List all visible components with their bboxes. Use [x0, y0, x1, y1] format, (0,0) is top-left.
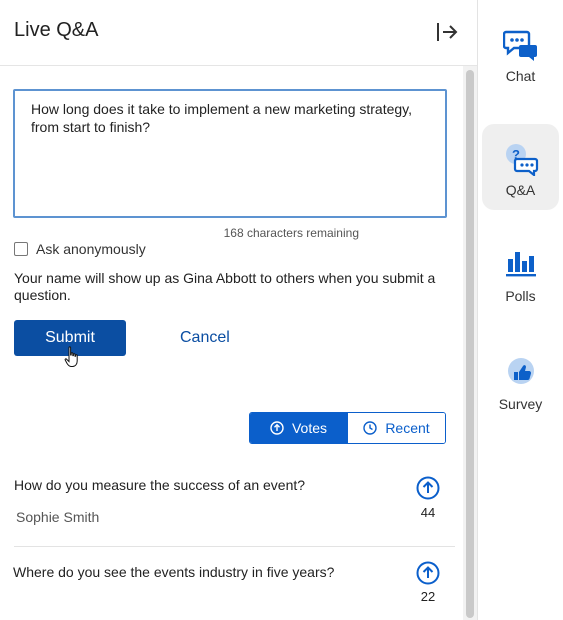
rail-label-chat: Chat	[505, 68, 536, 84]
qa-panel: Live Q&A How long does it take to implem…	[0, 0, 478, 620]
arrow-up-circle-icon	[416, 476, 440, 500]
anonymous-option[interactable]: Ask anonymously	[14, 241, 146, 257]
rail-item-qa[interactable]: ? Q&A	[482, 124, 559, 210]
vote-count: 44	[420, 505, 436, 520]
question-author: Sophie Smith	[16, 509, 100, 525]
clock-icon	[363, 421, 378, 435]
arrow-up-circle-icon	[416, 561, 440, 585]
sort-votes-button[interactable]: Votes	[250, 413, 347, 443]
sort-recent-button[interactable]: Recent	[347, 413, 445, 443]
upvote-button[interactable]	[416, 561, 440, 585]
sort-recent-label: Recent	[385, 420, 430, 436]
panel-header: Live Q&A	[0, 0, 477, 66]
vote-count: 22	[420, 589, 436, 604]
question-input[interactable]: How long does it take to implement a new…	[13, 89, 447, 218]
question-item: How do you measure the success of an eve…	[0, 470, 462, 540]
question-text: How do you measure the success of an eve…	[14, 477, 306, 493]
anonymous-label: Ask anonymously	[36, 241, 146, 257]
panel-title: Live Q&A	[14, 19, 99, 41]
rail-item-polls[interactable]: Polls	[482, 248, 559, 334]
rail-label-survey: Survey	[498, 396, 543, 412]
side-rail: Chat ? Q&A Polls Survey	[479, 0, 563, 620]
arrow-up-circle-icon	[270, 421, 284, 435]
name-visibility-note: Your name will show up as Gina Abbott to…	[14, 270, 436, 303]
anonymous-checkbox[interactable]	[14, 242, 28, 256]
qa-icon: ?	[505, 144, 538, 176]
question-divider	[14, 546, 455, 547]
scrollbar-thumb[interactable]	[466, 70, 474, 618]
survey-icon	[507, 358, 534, 384]
rail-item-survey[interactable]: Survey	[482, 356, 559, 442]
question-item: Where do you see the events industry in …	[0, 556, 462, 620]
rail-item-chat[interactable]: Chat	[482, 28, 559, 114]
collapse-panel-button[interactable]	[434, 20, 460, 44]
sort-votes-label: Votes	[291, 420, 328, 436]
collapse-right-icon	[437, 23, 458, 41]
chat-icon	[502, 30, 537, 61]
rail-label-qa: Q&A	[505, 182, 536, 198]
cancel-button[interactable]: Cancel	[172, 320, 238, 356]
characters-remaining: 168 characters remaining	[223, 226, 359, 240]
sort-toggle: Votes Recent	[249, 412, 446, 444]
question-text: Where do you see the events industry in …	[13, 564, 335, 580]
hand-pointer-icon	[64, 346, 78, 367]
upvote-button[interactable]	[416, 476, 440, 500]
rail-label-polls: Polls	[505, 288, 536, 304]
polls-icon	[505, 252, 536, 277]
